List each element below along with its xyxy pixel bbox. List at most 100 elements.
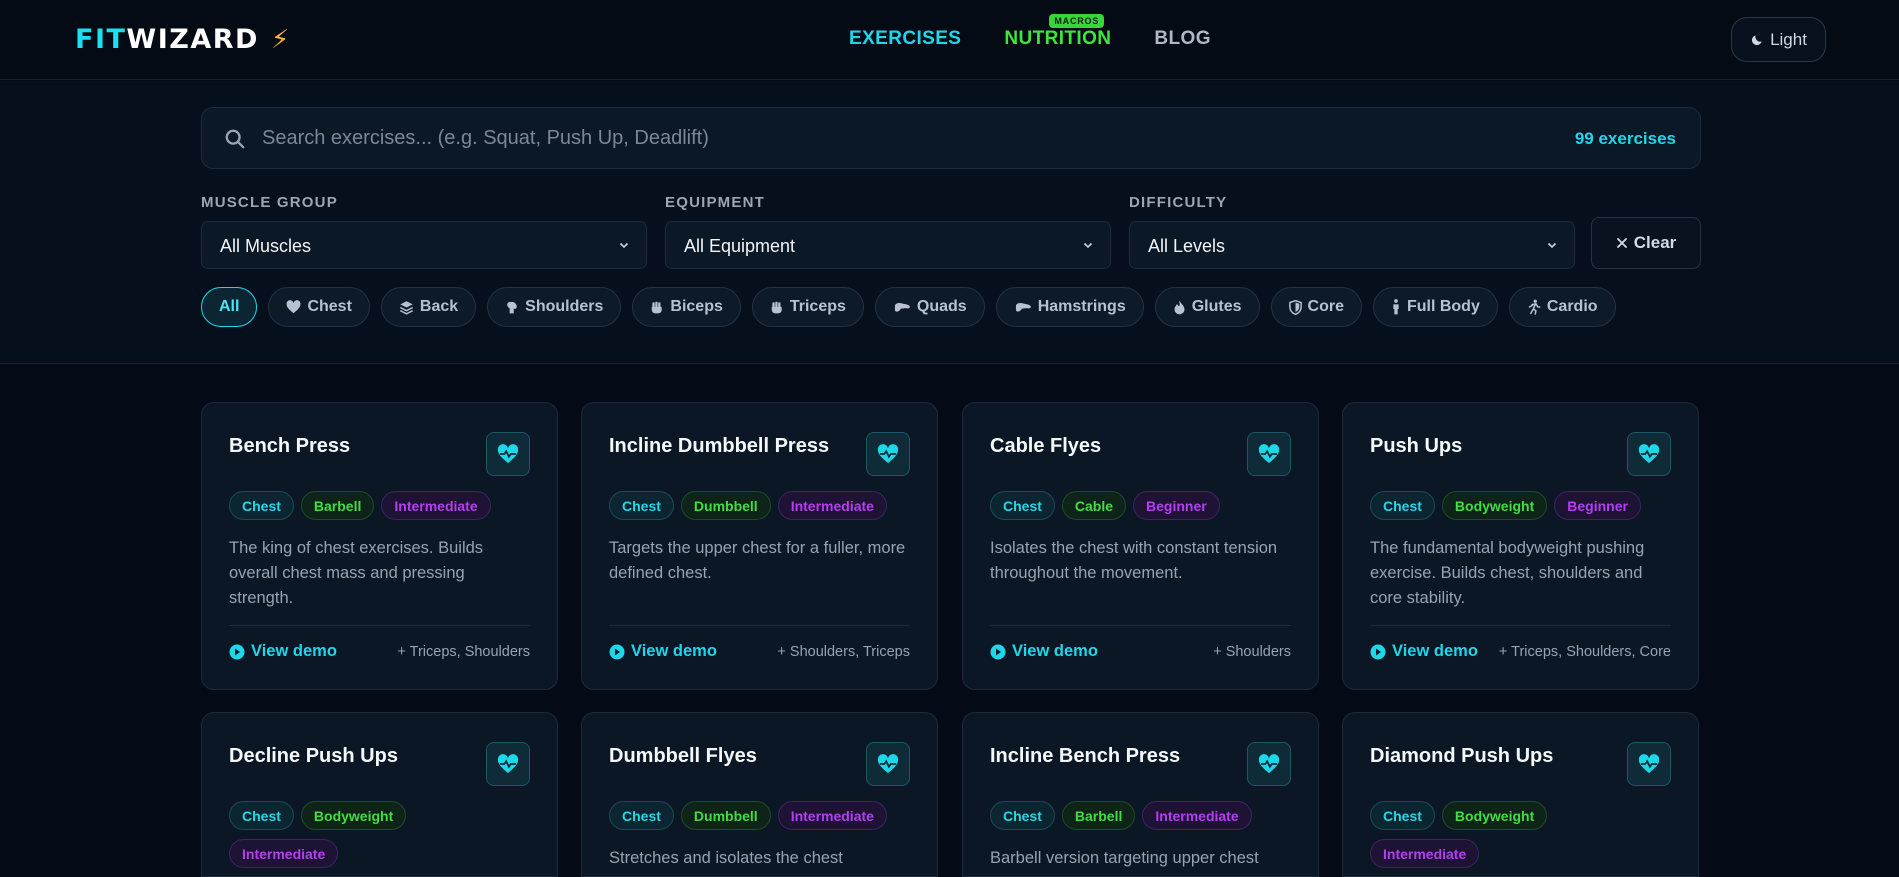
card-description: Isolates the chest with constant tension…: [990, 539, 1278, 582]
clear-label: Clear: [1633, 233, 1677, 252]
chip-hamstrings[interactable]: Hamstrings: [995, 287, 1144, 327]
view-demo-link[interactable]: View demo: [990, 642, 1098, 661]
exercise-card[interactable]: Bench Press Chest Barbell Intermediate T…: [201, 402, 558, 690]
difficulty-select[interactable]: All Levels: [1129, 221, 1575, 269]
chip-label: Biceps: [670, 298, 723, 315]
secondary-muscles: + Triceps, Shoulders: [397, 644, 530, 660]
favorite-button[interactable]: [1627, 742, 1671, 786]
moon-icon: [1752, 34, 1762, 45]
filter-panel: 99 exercises MUSCLE GROUP All Muscles EQ…: [0, 81, 1899, 364]
shoulder-icon: [507, 301, 517, 313]
difficulty-tag: Beginner: [1133, 491, 1220, 520]
favorite-button[interactable]: [866, 742, 910, 786]
equipment-label: EQUIPMENT: [665, 194, 765, 211]
difficulty-tag: Intermediate: [777, 491, 887, 520]
nav-exercises[interactable]: EXERCISES: [849, 28, 961, 50]
chip-label: Glutes: [1191, 298, 1242, 315]
equipment-tag: Dumbbell: [680, 801, 771, 830]
heartbeat-icon: [1258, 444, 1280, 464]
chip-chest[interactable]: Chest: [268, 287, 370, 327]
chip-biceps[interactable]: Biceps: [632, 287, 741, 327]
chevron-down-icon: [1083, 242, 1093, 249]
tag-list: Chest Dumbbell Intermediate: [609, 491, 909, 520]
view-demo-link[interactable]: View demo: [229, 642, 337, 661]
difficulty-tag: Intermediate: [381, 491, 491, 520]
chip-core[interactable]: Core: [1270, 287, 1362, 327]
exercise-card[interactable]: Decline Push Ups Chest Bodyweight Interm…: [201, 712, 558, 877]
chevron-down-icon: [1547, 242, 1557, 249]
favorite-button[interactable]: [486, 432, 530, 476]
equipment-tag: Dumbbell: [680, 491, 771, 520]
heartbeat-icon: [877, 444, 899, 464]
runner-icon: [1528, 299, 1541, 315]
play-circle-icon: [1370, 644, 1386, 659]
tag-list: Chest Cable Beginner: [990, 491, 1290, 520]
favorite-button[interactable]: [486, 742, 530, 786]
chip-triceps[interactable]: Triceps: [751, 287, 864, 327]
logo-fit: FIT: [75, 24, 127, 55]
heartbeat-icon: [497, 444, 519, 464]
play-circle-icon: [229, 644, 245, 659]
theme-toggle-button[interactable]: Light: [1731, 17, 1826, 62]
muscle-group-select[interactable]: All Muscles: [201, 221, 647, 269]
fist-icon: [652, 301, 663, 313]
card-title: Decline Push Ups: [229, 745, 398, 767]
nav-nutrition[interactable]: NUTRITION MACROS: [1004, 14, 1111, 50]
muscle-chip-row: All Chest Back Shoulders Biceps Triceps …: [201, 287, 1616, 327]
view-demo-link[interactable]: View demo: [609, 642, 717, 661]
search-input[interactable]: [262, 108, 1462, 168]
chip-full-body[interactable]: Full Body: [1372, 287, 1498, 327]
exercise-card[interactable]: Diamond Push Ups Chest Bodyweight Interm…: [1342, 712, 1699, 877]
favorite-button[interactable]: [1247, 742, 1291, 786]
view-demo-link[interactable]: View demo: [1370, 642, 1478, 661]
chevron-down-icon: [619, 242, 629, 249]
equipment-value: All Equipment: [684, 236, 796, 256]
difficulty-tag: Intermediate: [777, 801, 887, 830]
exercise-card[interactable]: Cable Flyes Chest Cable Beginner Isolate…: [962, 402, 1319, 690]
flame-icon: [1174, 300, 1185, 314]
chip-shoulders[interactable]: Shoulders: [487, 287, 622, 327]
card-title: Diamond Push Ups: [1370, 745, 1554, 767]
card-description: Stretches and isolates the chest: [609, 849, 843, 867]
muscle-group-label: MUSCLE GROUP: [201, 194, 338, 211]
equipment-select[interactable]: All Equipment: [665, 221, 1111, 269]
equipment-tag: Barbell: [300, 491, 375, 520]
clear-filters-button[interactable]: Clear: [1591, 217, 1701, 269]
difficulty-tag: Intermediate: [1142, 801, 1252, 830]
muscle-tag: Chest: [1370, 491, 1435, 520]
chip-glutes[interactable]: Glutes: [1154, 287, 1260, 327]
chip-label: All: [219, 298, 240, 315]
favorite-button[interactable]: [1247, 432, 1291, 476]
equipment-tag: Barbell: [1061, 801, 1136, 830]
chip-cardio[interactable]: Cardio: [1508, 287, 1616, 327]
secondary-muscles: + Triceps, Shoulders, Core: [1498, 644, 1671, 660]
exercise-card[interactable]: Push Ups Chest Bodyweight Beginner The f…: [1342, 402, 1699, 690]
macros-badge: MACROS: [1049, 14, 1105, 28]
muscle-tag: Chest: [990, 491, 1055, 520]
leg-icon: [894, 302, 910, 312]
chip-back[interactable]: Back: [380, 287, 477, 327]
exercise-card[interactable]: Dumbbell Flyes Chest Dumbbell Intermedia…: [581, 712, 938, 877]
tag-list: Chest Barbell Intermediate: [990, 801, 1290, 830]
chip-quads[interactable]: Quads: [874, 287, 985, 327]
muscle-tag: Chest: [609, 801, 674, 830]
card-divider: [990, 625, 1291, 626]
tag-list: Chest Bodyweight Beginner: [1370, 491, 1670, 520]
logo[interactable]: FIT WIZARD ⚡: [75, 24, 291, 55]
exercise-card[interactable]: Incline Dumbbell Press Chest Dumbbell In…: [581, 402, 938, 690]
heartbeat-icon: [497, 754, 519, 774]
card-title: Push Ups: [1370, 435, 1463, 457]
exercise-card[interactable]: Incline Bench Press Chest Barbell Interm…: [962, 712, 1319, 877]
favorite-button[interactable]: [866, 432, 910, 476]
view-demo-label: View demo: [251, 642, 337, 660]
tag-list: Chest Bodyweight Intermediate: [229, 801, 439, 868]
nav-blog[interactable]: BLOG: [1154, 28, 1211, 50]
difficulty-tag: Beginner: [1554, 491, 1641, 520]
card-description: The king of chest exercises. Builds over…: [229, 539, 484, 607]
chip-all[interactable]: All: [201, 287, 258, 327]
theme-toggle-label: Light: [1770, 29, 1807, 49]
close-icon: [1616, 238, 1627, 248]
favorite-button[interactable]: [1627, 432, 1671, 476]
card-title: Incline Bench Press: [990, 745, 1181, 767]
fist-icon: [771, 301, 782, 313]
